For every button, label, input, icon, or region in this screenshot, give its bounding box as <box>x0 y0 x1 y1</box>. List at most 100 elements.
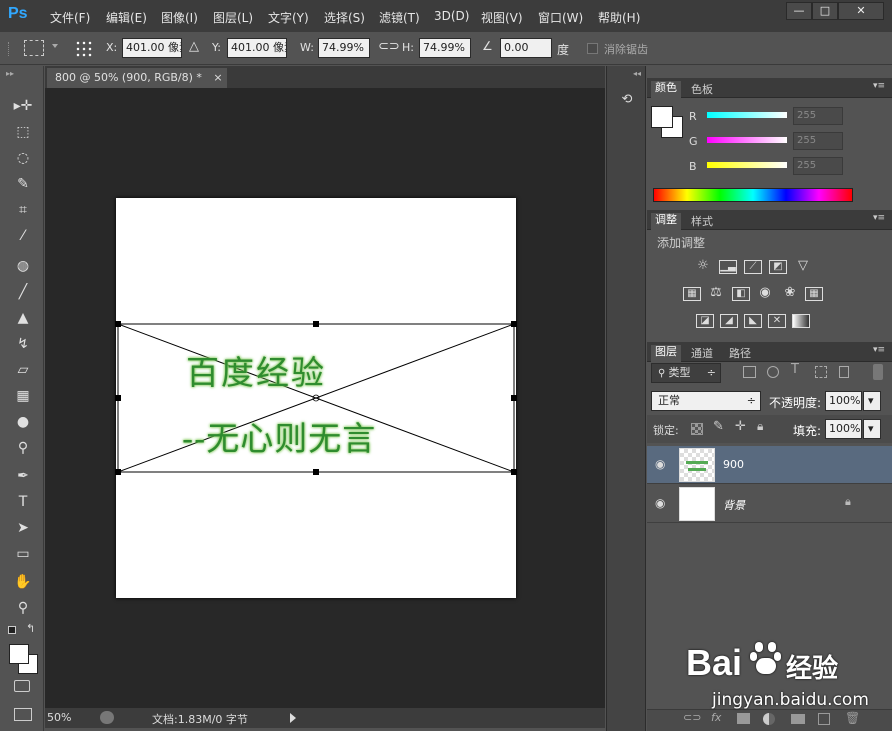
transform-handle[interactable] <box>511 469 517 475</box>
link-icon[interactable]: ⊂⊃ <box>378 39 400 54</box>
marquee-tool-icon[interactable]: ⬚ <box>12 122 34 142</box>
y-position-input[interactable]: 401.00 像素 <box>227 38 287 58</box>
menu-image[interactable]: 图像(I) <box>161 9 198 26</box>
red-slider[interactable] <box>707 112 787 118</box>
layer-row-background[interactable]: ◉ 背景 🔒︎ <box>647 485 892 523</box>
screen-mode-icon[interactable] <box>14 708 32 721</box>
new-layer-icon[interactable] <box>818 713 830 725</box>
delta-icon[interactable]: △ <box>189 39 199 54</box>
new-adjustment-icon[interactable] <box>763 713 775 725</box>
gradient-tool-icon[interactable]: ▦ <box>12 386 34 406</box>
tab-styles[interactable]: 样式 <box>687 213 717 229</box>
adjustment-filter-icon[interactable] <box>767 366 779 378</box>
quick-select-tool-icon[interactable]: ✎ <box>12 174 34 194</box>
hand-tool-icon[interactable]: ✋ <box>12 572 34 592</box>
opacity-dropdown-icon[interactable]: ▾ <box>863 391 881 411</box>
blue-value[interactable]: 255 <box>793 157 843 175</box>
color-lookup-icon[interactable]: ▦ <box>805 287 823 301</box>
link-layers-icon[interactable]: ⊂⊃ <box>683 711 701 724</box>
brightness-icon[interactable]: ☼ <box>694 259 712 274</box>
add-mask-icon[interactable] <box>737 713 750 724</box>
blue-slider[interactable] <box>707 162 787 168</box>
expand-dock-icon[interactable]: ◂◂ <box>633 69 641 78</box>
lasso-tool-icon[interactable]: ◌ <box>12 148 34 168</box>
pen-tool-icon[interactable]: ✒ <box>12 466 34 486</box>
menu-layer[interactable]: 图层(L) <box>213 9 253 26</box>
stamp-tool-icon[interactable]: ▲ <box>12 308 34 328</box>
menu-help[interactable]: 帮助(H) <box>598 9 640 26</box>
layer-filter-select[interactable]: ⚲ 类型 ÷ <box>651 363 721 383</box>
width-input[interactable]: 74.99% <box>318 38 370 58</box>
antialias-checkbox[interactable] <box>587 43 598 54</box>
transform-handle[interactable] <box>115 395 121 401</box>
status-menu-arrow-icon[interactable] <box>290 713 296 723</box>
tab-swatches[interactable]: 色板 <box>687 81 717 97</box>
move-tool-icon[interactable]: ▸✛ <box>12 96 34 116</box>
invert-icon[interactable]: ◪ <box>696 314 714 328</box>
transform-handle[interactable] <box>511 321 517 327</box>
default-colors-icon[interactable] <box>8 626 16 634</box>
eyedropper-tool-icon[interactable]: ⁄ <box>12 226 34 246</box>
smart-object-filter-icon[interactable] <box>839 366 849 378</box>
rotation-input[interactable]: 0.00 <box>500 38 552 58</box>
blend-mode-select[interactable]: 正常 ÷ <box>651 391 761 411</box>
tab-color[interactable]: 颜色 <box>651 81 681 98</box>
history-panel-icon[interactable]: ⟲ <box>617 92 637 110</box>
tab-layers[interactable]: 图层 <box>651 345 681 362</box>
green-value[interactable]: 255 <box>793 132 843 150</box>
status-info-icon[interactable] <box>100 711 114 724</box>
levels-icon[interactable]: ▁▃ <box>719 260 737 274</box>
zoom-tool-icon[interactable]: ⚲ <box>12 598 34 618</box>
posterize-icon[interactable]: ◢ <box>720 314 738 328</box>
lock-position-icon[interactable]: ✛ <box>735 419 746 434</box>
layer-row-900[interactable]: ◉ 900 <box>647 446 892 484</box>
brush-tool-icon[interactable]: ╱ <box>12 282 34 302</box>
lock-all-icon[interactable]: 🔒︎ <box>757 419 763 434</box>
red-value[interactable]: 255 <box>793 107 843 125</box>
vibrance-icon[interactable]: ▽ <box>794 259 812 274</box>
green-slider[interactable] <box>707 137 787 143</box>
height-input[interactable]: 74.99% <box>419 38 471 58</box>
type-filter-icon[interactable]: T <box>791 362 799 377</box>
photo-filter-icon[interactable]: ◉ <box>756 286 774 301</box>
panel-menu-icon[interactable]: ▾≡ <box>873 345 885 355</box>
black-white-icon[interactable]: ◧ <box>732 287 750 301</box>
menu-file[interactable]: 文件(F) <box>50 9 90 26</box>
curves-icon[interactable]: ⟋ <box>744 260 762 274</box>
menu-filter[interactable]: 滤镜(T) <box>379 9 420 26</box>
shape-filter-icon[interactable] <box>815 366 827 378</box>
menu-3d[interactable]: 3D(D) <box>434 9 469 23</box>
quick-mask-icon[interactable] <box>14 680 30 692</box>
dodge-tool-icon[interactable]: ⚲ <box>12 438 34 458</box>
collapse-icon[interactable]: ▸▸ <box>6 69 14 78</box>
filter-toggle[interactable] <box>873 364 883 380</box>
eye-icon[interactable]: ◉ <box>655 457 665 471</box>
tab-paths[interactable]: 路径 <box>725 345 755 361</box>
document-tab-close-icon[interactable]: × <box>213 71 222 84</box>
opacity-input[interactable]: 100% <box>825 391 862 411</box>
path-select-tool-icon[interactable]: ➤ <box>12 518 34 538</box>
lock-pixels-icon[interactable]: ✎ <box>713 419 724 434</box>
menu-select[interactable]: 选择(S) <box>324 9 365 26</box>
minimize-button[interactable]: — <box>786 2 812 20</box>
zoom-level[interactable]: 50% <box>47 711 71 724</box>
channel-mixer-icon[interactable]: ❀ <box>781 286 799 301</box>
blur-tool-icon[interactable]: ● <box>12 412 34 432</box>
crop-tool-icon[interactable]: ⌗ <box>12 200 34 220</box>
close-button[interactable]: ✕ <box>838 2 884 20</box>
x-position-input[interactable]: 401.00 像素 <box>122 38 182 58</box>
transform-tool-icon[interactable] <box>24 40 44 56</box>
transform-handle[interactable] <box>313 321 319 327</box>
document-canvas[interactable]: 百度经验 --无心则无言 <box>115 198 517 598</box>
tool-preset-chevron-down-icon[interactable] <box>52 44 58 48</box>
gradient-map-icon[interactable]: ✕ <box>768 314 786 328</box>
type-tool-icon[interactable]: T <box>12 492 34 512</box>
fill-input[interactable]: 100% <box>825 419 862 439</box>
selective-color-icon[interactable] <box>792 314 810 328</box>
foreground-color-swatch[interactable] <box>9 644 29 664</box>
layer-name[interactable]: 背景 <box>723 497 745 513</box>
swap-colors-icon[interactable]: ↰ <box>26 622 35 635</box>
menu-edit[interactable]: 编辑(E) <box>106 9 147 26</box>
tab-adjustments[interactable]: 调整 <box>651 213 681 230</box>
lock-transparency-icon[interactable] <box>691 423 703 435</box>
